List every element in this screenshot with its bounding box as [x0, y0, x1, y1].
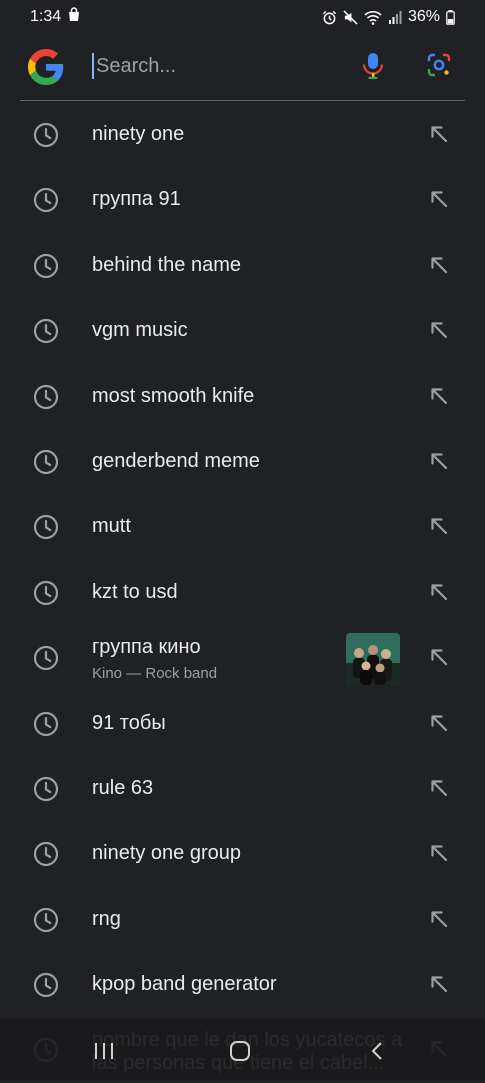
search-bar	[0, 34, 485, 100]
fill-arrow-icon[interactable]	[430, 844, 448, 867]
history-icon	[33, 645, 59, 676]
suggestion-row[interactable]: kpop band generator	[0, 952, 485, 1017]
suggestion-text: rng	[92, 907, 121, 930]
history-icon	[33, 841, 59, 872]
history-icon	[33, 122, 59, 153]
status-time: 1:34	[30, 8, 62, 25]
suggestion-row[interactable]: most smooth knife	[0, 364, 485, 429]
suggestion-row[interactable]: behind the name	[0, 233, 485, 298]
fill-arrow-icon[interactable]	[430, 975, 448, 998]
suggestion-row[interactable]: kzt to usd	[0, 560, 485, 625]
fill-arrow-icon[interactable]	[430, 190, 448, 213]
google-logo-icon[interactable]	[28, 49, 64, 85]
history-icon	[33, 384, 59, 415]
search-divider	[20, 100, 465, 101]
history-icon	[33, 711, 59, 742]
status-left: 1:34	[30, 7, 81, 27]
fill-arrow-icon[interactable]	[430, 714, 448, 737]
suggestion-text: vgm music	[92, 319, 188, 342]
signal-icon	[388, 10, 402, 25]
suggestion-text: ninety one	[92, 123, 185, 145]
suggestion-thumbnail	[346, 633, 400, 686]
navigation-bar	[0, 1019, 485, 1080]
status-right: 36%	[322, 8, 455, 26]
history-icon	[33, 318, 59, 349]
suggestion-row[interactable]: vgm music	[0, 298, 485, 363]
fill-arrow-icon[interactable]	[430, 779, 448, 802]
fill-arrow-icon[interactable]	[430, 125, 448, 148]
suggestion-text: behind the name	[92, 253, 242, 276]
history-icon	[33, 580, 59, 611]
fill-arrow-icon[interactable]	[430, 910, 448, 933]
history-icon	[33, 776, 59, 807]
suggestion-text: rule 63	[92, 776, 154, 799]
fill-arrow-icon[interactable]	[430, 648, 448, 671]
history-icon	[33, 187, 59, 218]
suggestion-row[interactable]: ninety one group	[0, 821, 485, 886]
fill-arrow-icon[interactable]	[430, 583, 448, 606]
suggestion-row[interactable]: ninety one	[0, 102, 485, 167]
history-icon	[33, 514, 59, 545]
suggestion-text: kzt to usd	[92, 580, 178, 603]
suggestion-text: группа кино	[92, 636, 201, 659]
suggestion-text: группа 91	[92, 188, 181, 211]
recents-icon[interactable]	[92, 1041, 116, 1066]
microphone-icon[interactable]	[362, 52, 384, 85]
suggestion-text: genderbend meme	[92, 449, 260, 472]
shopping-bag-icon	[67, 7, 81, 27]
suggestion-row[interactable]: 91 тобы	[0, 691, 485, 756]
suggestion-list: ninety one группа 91 behind the name vgm mu…	[0, 102, 485, 1083]
battery-text: 36%	[407, 8, 440, 25]
suggestion-text: ninety one group	[92, 842, 242, 865]
fill-arrow-icon[interactable]	[430, 387, 448, 410]
history-icon	[33, 907, 59, 938]
mute-icon	[343, 9, 358, 25]
suggestion-text: 91 тобы	[92, 711, 166, 734]
suggestion-text: kpop band generator	[92, 973, 277, 996]
search-input[interactable]	[96, 51, 336, 81]
suggestion-row[interactable]: mutt	[0, 494, 485, 559]
history-icon	[33, 253, 59, 284]
home-icon[interactable]	[228, 1041, 252, 1066]
suggestion-row[interactable]: genderbend meme	[0, 429, 485, 494]
history-icon	[33, 972, 59, 1003]
back-icon[interactable]	[368, 1041, 388, 1066]
history-icon	[33, 449, 59, 480]
suggestion-subtitle: Kino — Rock band	[92, 665, 218, 683]
suggestion-row[interactable]: rule 63	[0, 756, 485, 821]
suggestion-text: mutt	[92, 515, 131, 538]
fill-arrow-icon[interactable]	[430, 452, 448, 475]
suggestion-row[interactable]: группа 91	[0, 167, 485, 232]
battery-icon	[446, 9, 455, 25]
status-bar: 1:34 36%	[0, 0, 485, 34]
suggestion-text: most smooth knife	[92, 384, 255, 407]
google-lens-icon[interactable]	[427, 53, 451, 82]
fill-arrow-icon[interactable]	[430, 256, 448, 279]
wifi-icon	[364, 10, 382, 25]
fill-arrow-icon[interactable]	[430, 321, 448, 344]
suggestion-row[interactable]: rng	[0, 887, 485, 952]
fill-arrow-icon[interactable]	[430, 517, 448, 540]
text-cursor	[92, 53, 94, 79]
suggestion-row[interactable]: группа кино Kino — Rock band	[0, 625, 485, 690]
alarm-icon	[322, 10, 337, 25]
